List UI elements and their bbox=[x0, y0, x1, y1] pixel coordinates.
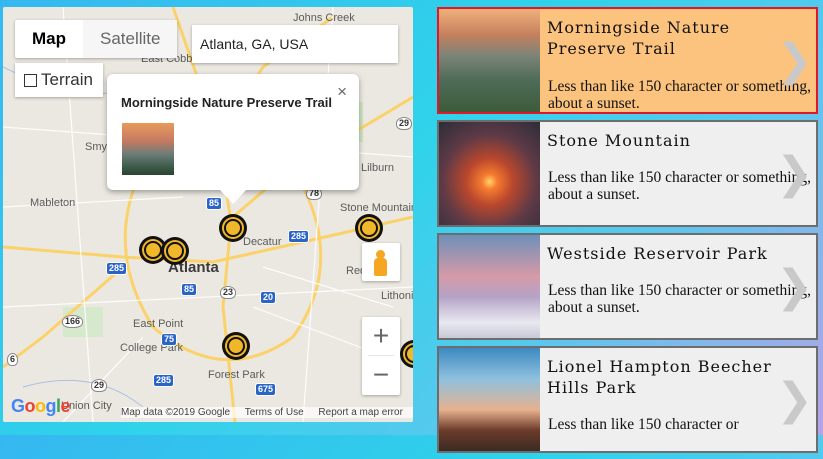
highway-shield: 675 bbox=[255, 383, 277, 396]
places-list: Morningside Nature Preserve Trail Less t… bbox=[437, 7, 818, 459]
place-card[interactable]: Stone Mountain Less than like 150 charac… bbox=[437, 120, 818, 227]
place-image bbox=[439, 348, 540, 451]
sun-icon bbox=[227, 337, 245, 355]
place-name: Lionel Hampton Beecher Hills Park bbox=[547, 357, 772, 397]
highway-shield: 29 bbox=[91, 379, 108, 392]
place-description: Less than like 150 character or bbox=[548, 416, 739, 433]
chevron-right-icon[interactable]: ❯ bbox=[776, 261, 813, 312]
map-type-map-button[interactable]: Map bbox=[15, 20, 83, 58]
map-label: Lilburn bbox=[361, 162, 395, 174]
place-card[interactable]: Westside Reservoir Park Less than like 1… bbox=[437, 233, 818, 340]
highway-shield: 20 bbox=[260, 291, 277, 304]
place-name: Morningside Nature Preserve Trail bbox=[547, 18, 731, 58]
sunset-marker[interactable] bbox=[219, 214, 247, 242]
close-icon[interactable]: × bbox=[337, 82, 347, 102]
sunset-marker[interactable] bbox=[161, 237, 189, 265]
highway-shield: 29 bbox=[396, 117, 413, 130]
place-card[interactable]: Morningside Nature Preserve Trail Less t… bbox=[437, 7, 818, 114]
map-label: Stone Mountain bbox=[340, 202, 413, 214]
sunset-marker[interactable] bbox=[355, 214, 383, 242]
highway-shield: 285 bbox=[153, 374, 175, 387]
place-card[interactable]: Lionel Hampton Beecher Hills Park Less t… bbox=[437, 346, 818, 453]
place-name: Westside Reservoir Park bbox=[547, 244, 768, 263]
highway-shield: 285 bbox=[106, 262, 128, 275]
sun-icon bbox=[405, 345, 413, 363]
terms-link[interactable]: Terms of Use bbox=[245, 407, 304, 418]
map-canvas[interactable]: Johns Creek East Cobb Smyrna Mableton At… bbox=[3, 7, 413, 422]
info-window-title: Morningside Nature Preserve Trail bbox=[121, 95, 332, 110]
highway-shield: 6 bbox=[7, 353, 19, 366]
chevron-right-icon[interactable]: ❯ bbox=[776, 148, 813, 199]
place-image bbox=[439, 9, 540, 112]
zoom-out-button[interactable]: − bbox=[362, 356, 400, 394]
highway-shield: 285 bbox=[288, 230, 310, 243]
sun-icon bbox=[166, 242, 184, 260]
terrain-label: Terrain bbox=[41, 70, 93, 89]
place-name: Stone Mountain bbox=[547, 131, 691, 150]
highway-shield: 85 bbox=[181, 283, 198, 296]
place-image bbox=[439, 122, 540, 225]
chevron-right-icon[interactable]: ❯ bbox=[776, 35, 813, 86]
highway-shield: 166 bbox=[62, 315, 84, 328]
report-error-link[interactable]: Report a map error bbox=[318, 407, 402, 418]
map-label: Johns Creek bbox=[293, 12, 355, 24]
map-label: Forest Park bbox=[208, 369, 265, 381]
sun-icon bbox=[224, 219, 242, 237]
map-label: East Point bbox=[133, 318, 184, 330]
map-type-satellite-button[interactable]: Satellite bbox=[83, 20, 178, 58]
checkbox-icon bbox=[24, 73, 37, 87]
sun-icon bbox=[144, 241, 162, 259]
info-window-thumbnail bbox=[122, 123, 174, 175]
map-label: Decatur bbox=[243, 236, 282, 248]
google-logo[interactable]: Google bbox=[11, 396, 71, 417]
map-attribution: Map data ©2019 Google Terms of Use Repor… bbox=[121, 407, 413, 418]
sun-icon bbox=[360, 219, 378, 237]
map-label: Lithonia bbox=[381, 290, 413, 302]
chevron-right-icon[interactable]: ❯ bbox=[776, 374, 813, 425]
zoom-control: + − bbox=[362, 317, 400, 395]
map-type-control: Map Satellite bbox=[15, 20, 178, 58]
highway-shield: 23 bbox=[220, 286, 237, 299]
attribution-data: Map data ©2019 Google bbox=[121, 407, 231, 418]
terrain-checkbox[interactable]: Terrain bbox=[15, 63, 103, 97]
info-window: Morningside Nature Preserve Trail × bbox=[107, 74, 359, 204]
street-view-pegman[interactable] bbox=[362, 243, 400, 281]
sunset-marker[interactable] bbox=[222, 332, 250, 360]
location-search-input[interactable] bbox=[192, 25, 398, 63]
highway-shield: 75 bbox=[161, 333, 178, 346]
place-image bbox=[439, 235, 540, 338]
map-label: Mableton bbox=[30, 197, 76, 209]
zoom-in-button[interactable]: + bbox=[362, 317, 400, 355]
